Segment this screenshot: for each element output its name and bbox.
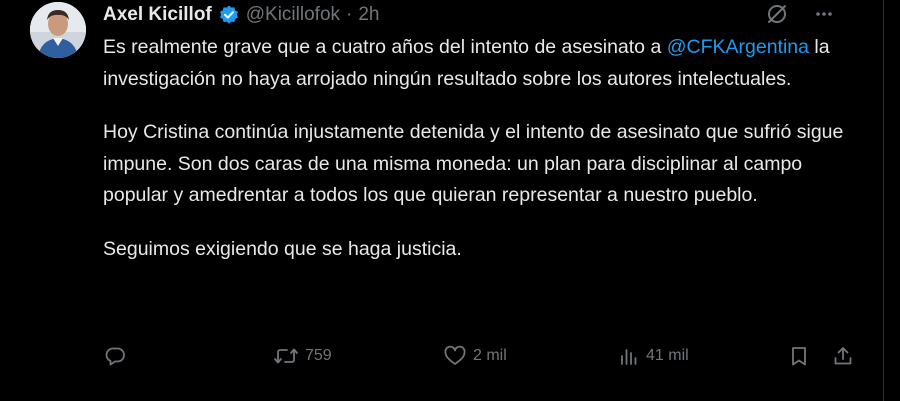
like-count: 2 mil bbox=[473, 347, 507, 364]
more-icon[interactable] bbox=[814, 4, 834, 29]
tweet-header: Axel Kicillof @Kicillofok · 2h bbox=[103, 2, 379, 28]
bookmark-button[interactable] bbox=[788, 338, 810, 374]
avatar[interactable] bbox=[30, 2, 86, 58]
like-button[interactable]: 2 mil bbox=[443, 338, 507, 374]
tweet-top-icons bbox=[766, 3, 834, 30]
author-handle[interactable]: @Kicillofok bbox=[246, 4, 340, 26]
author-name[interactable]: Axel Kicillof bbox=[103, 4, 212, 26]
action-bar: 759 2 mil 41 mil bbox=[0, 338, 880, 374]
tweet-text: Es realmente grave que a cuatro años del… bbox=[103, 32, 863, 265]
mention-link[interactable]: @CFKArgentina bbox=[667, 36, 809, 58]
share-button[interactable] bbox=[832, 338, 854, 374]
timestamp[interactable]: 2h bbox=[358, 4, 379, 26]
like-icon bbox=[443, 345, 467, 367]
verified-badge-icon bbox=[218, 4, 240, 26]
tweet-paragraph-1: Es realmente grave que a cuatro años del… bbox=[103, 32, 863, 95]
retweet-count: 759 bbox=[305, 347, 332, 364]
retweet-button[interactable]: 759 bbox=[273, 338, 332, 374]
avatar-image bbox=[30, 2, 86, 58]
views-icon bbox=[618, 345, 640, 367]
grok-icon[interactable] bbox=[766, 3, 788, 30]
column-border bbox=[883, 0, 884, 401]
share-icon bbox=[832, 345, 854, 367]
tweet-paragraph-3: Seguimos exigiendo que se haga justicia. bbox=[103, 237, 462, 260]
separator-dot: · bbox=[346, 4, 353, 25]
bookmark-icon bbox=[788, 345, 810, 367]
views-count: 41 mil bbox=[646, 347, 689, 364]
tweet-paragraph-1-start: Es realmente grave que a cuatro años del… bbox=[103, 36, 667, 58]
retweet-icon bbox=[273, 345, 299, 367]
views-button[interactable]: 41 mil bbox=[618, 338, 689, 374]
reply-icon bbox=[104, 345, 126, 367]
tweet[interactable]: Axel Kicillof @Kicillofok · 2h Es realme… bbox=[0, 0, 880, 401]
tweet-paragraph-2: Hoy Cristina continúa injustamente deten… bbox=[103, 121, 844, 206]
reply-button[interactable] bbox=[104, 338, 132, 374]
